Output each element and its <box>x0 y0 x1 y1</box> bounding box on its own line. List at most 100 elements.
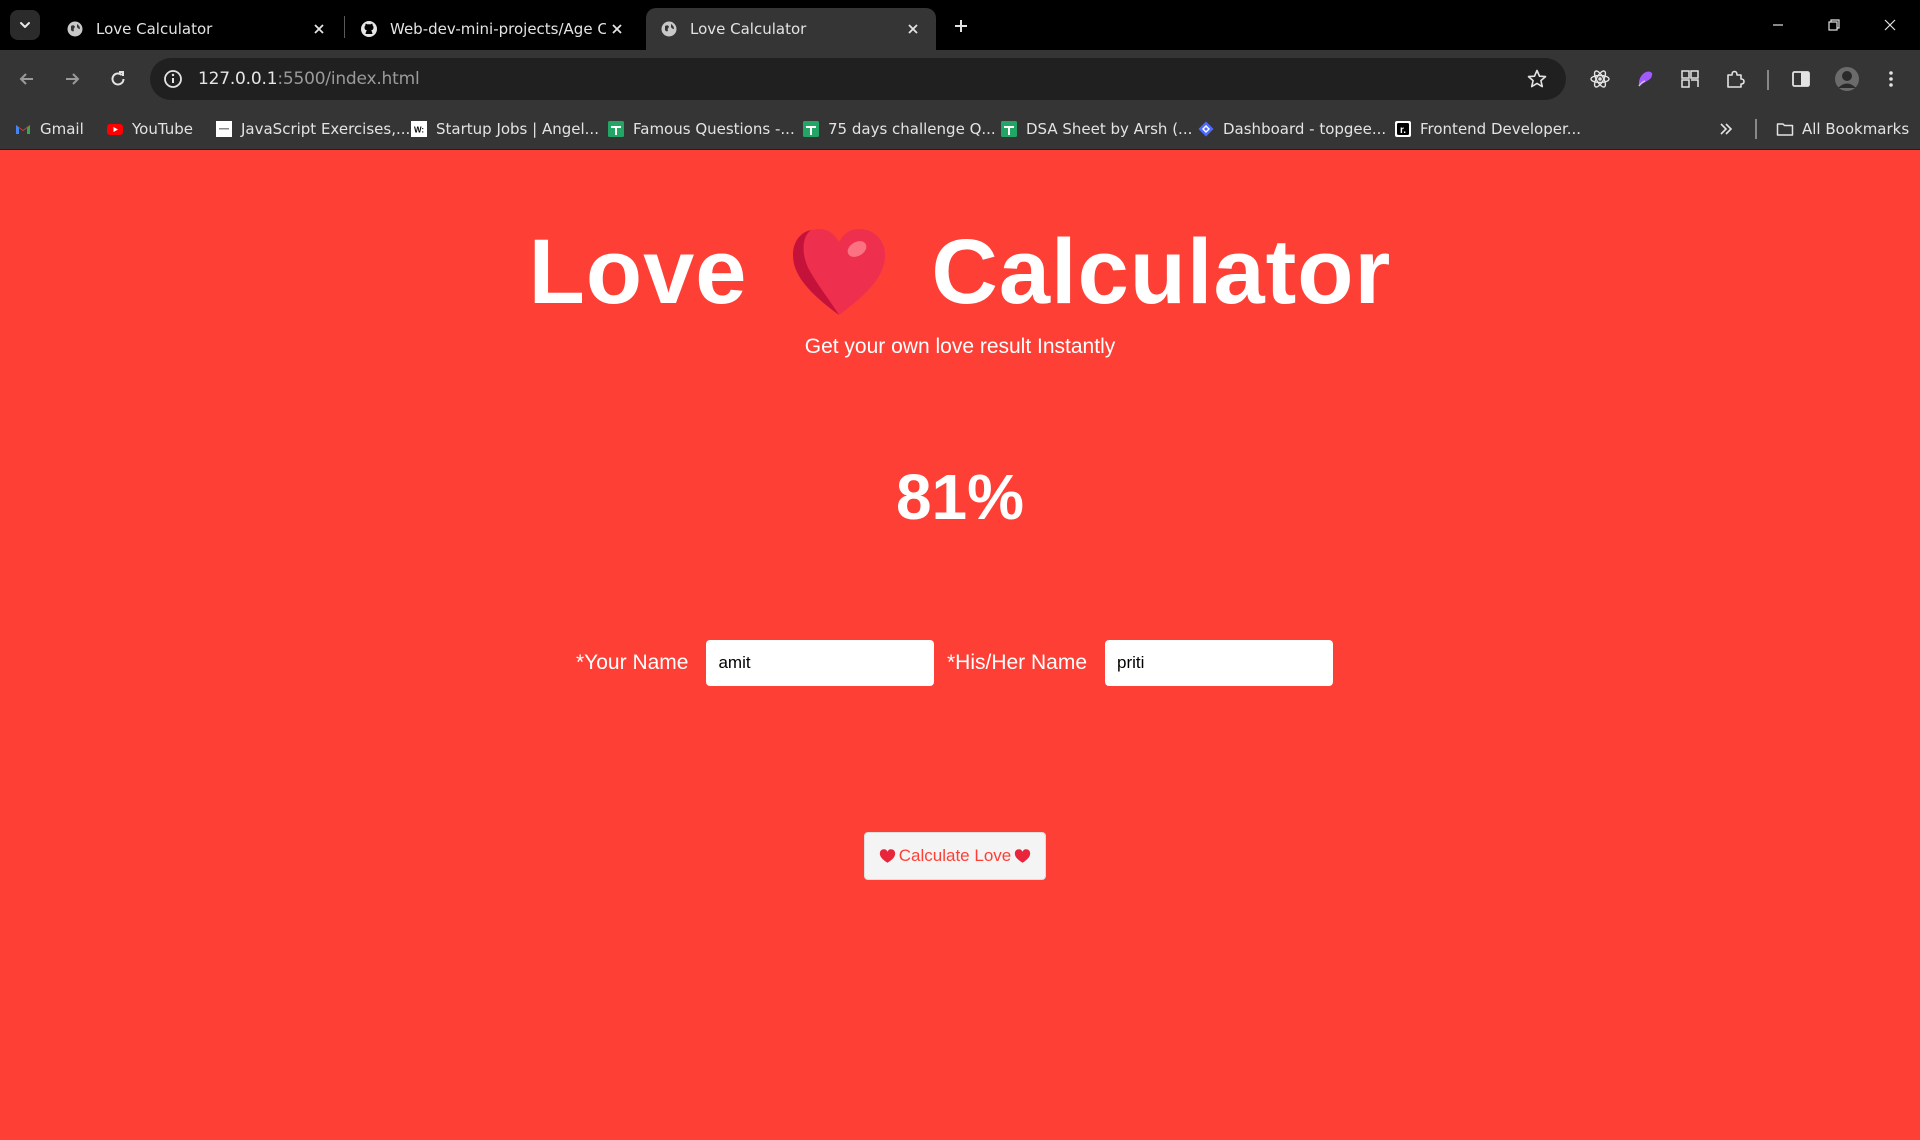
bookmarks-bar: Gmail YouTube JavaScript Exercises,... W… <box>0 108 1920 150</box>
tab-love-calculator-active[interactable]: Love Calculator <box>646 8 936 50</box>
restore-icon <box>1828 19 1840 31</box>
globe-icon <box>661 21 677 37</box>
bookmark-youtube[interactable]: YouTube <box>106 118 193 140</box>
calculate-love-label: Calculate Love <box>898 846 1012 865</box>
bookmark-label: Startup Jobs | Angel... <box>436 120 599 138</box>
tab-strip: Love Calculator Web-dev-mini-projects/Ag… <box>0 0 1920 50</box>
browser-toolbar: 127.0.0.1:5500/index.html <box>0 50 1920 108</box>
calculate-love-button[interactable]: Calculate Love <box>864 832 1046 880</box>
menu-button[interactable] <box>1878 66 1904 92</box>
all-bookmarks-button[interactable]: All Bookmarks <box>1776 118 1909 140</box>
tab-title: Love Calculator <box>690 20 807 38</box>
your-name-input[interactable] <box>706 640 935 686</box>
back-button[interactable] <box>12 64 42 94</box>
github-icon <box>361 21 377 37</box>
bookmark-frontend-developer[interactable]: r. Frontend Developer... <box>1394 118 1581 140</box>
side-panel-icon <box>1792 71 1810 87</box>
close-icon <box>1884 19 1896 31</box>
their-name-label: *His/Her Name <box>947 651 1088 674</box>
folder-icon <box>1776 123 1794 136</box>
puzzle-icon <box>1727 70 1745 88</box>
star-icon[interactable] <box>1526 68 1548 90</box>
close-icon[interactable] <box>902 18 924 40</box>
their-name-group: *His/Her Name <box>947 640 1334 686</box>
close-icon[interactable] <box>308 18 330 40</box>
sheets-icon <box>1001 121 1017 137</box>
react-icon <box>1590 70 1610 88</box>
toolbar-separator <box>1767 70 1769 90</box>
all-bookmarks-label: All Bookmarks <box>1802 120 1910 138</box>
react-devtools-extension[interactable] <box>1587 66 1613 92</box>
love-calculator-page: Love Calculator Get your own love result… <box>0 150 1920 1140</box>
bookmark-startup-jobs[interactable]: W: Startup Jobs | Angel... <box>410 118 599 140</box>
url-path: :5500/index.html <box>277 69 420 89</box>
site-info-icon[interactable] <box>162 68 184 90</box>
their-name-input[interactable] <box>1105 640 1334 686</box>
plus-icon <box>955 20 967 32</box>
avatar-icon <box>1835 67 1859 91</box>
grid-extension[interactable] <box>1677 66 1703 92</box>
more-bookmarks-button[interactable] <box>1718 118 1734 140</box>
topgeek-icon <box>1198 121 1214 137</box>
url-host: 127.0.0.1 <box>198 69 278 89</box>
bookmark-label: Frontend Developer... <box>1420 120 1582 138</box>
close-window-button[interactable] <box>1870 10 1910 40</box>
extensions-button[interactable] <box>1722 66 1748 92</box>
bookmark-dashboard-topgeek[interactable]: Dashboard - topgee... <box>1197 118 1386 140</box>
bookmarks-separator <box>1755 119 1757 139</box>
globe-icon <box>67 21 83 37</box>
bookmark-75-days-challenge[interactable]: 75 days challenge Q... <box>802 118 996 140</box>
page-icon <box>216 121 232 137</box>
bookmark-label: DSA Sheet by Arsh (... <box>1026 120 1193 138</box>
tab-search-button[interactable] <box>10 10 40 40</box>
arrow-right-icon <box>66 73 80 85</box>
heart-icon <box>879 849 895 863</box>
restore-button[interactable] <box>1814 10 1854 40</box>
chevron-down-icon <box>20 22 30 28</box>
wellfound-icon: W: <box>411 121 427 137</box>
youtube-icon <box>107 124 123 135</box>
sheets-icon <box>803 121 819 137</box>
subtitle: Get your own love result Instantly <box>804 335 1116 358</box>
minimize-icon <box>1773 24 1783 26</box>
side-panel-button[interactable] <box>1788 66 1814 92</box>
gmail-icon <box>16 125 30 134</box>
profile-avatar[interactable] <box>1834 66 1860 92</box>
chevron-double-right-icon <box>1720 123 1733 135</box>
reload-icon <box>111 71 125 86</box>
bookmark-javascript-exercises[interactable]: JavaScript Exercises,... <box>215 118 410 140</box>
reload-button[interactable] <box>103 64 133 94</box>
page-title: Love Calculator <box>0 220 1920 325</box>
title-love: Love <box>528 221 748 323</box>
tab-title: Love Calculator <box>96 20 213 38</box>
heart-icon <box>1015 849 1031 863</box>
bookmark-label: Gmail <box>40 120 84 138</box>
minimize-button[interactable] <box>1758 10 1798 40</box>
svg-text:W:: W: <box>414 126 424 135</box>
close-icon[interactable] <box>606 18 628 40</box>
tab-title: Web-dev-mini-projects/Age Ca <box>390 20 606 38</box>
arrow-left-icon <box>19 73 33 85</box>
bookmark-label: YouTube <box>132 120 193 138</box>
bookmark-gmail[interactable]: Gmail <box>14 118 84 140</box>
heart-icon <box>793 228 886 315</box>
tab-separator <box>344 16 345 38</box>
sheets-icon <box>608 121 624 137</box>
kebab-menu-icon <box>1889 71 1893 87</box>
love-result: 81% <box>895 461 1025 533</box>
bookmark-label: Dashboard - topgee... <box>1223 120 1387 138</box>
purple-extension[interactable] <box>1632 66 1658 92</box>
forward-button[interactable] <box>57 64 87 94</box>
new-tab-button[interactable] <box>948 13 974 39</box>
bookmark-famous-questions[interactable]: Famous Questions -... <box>607 118 795 140</box>
bookmark-dsa-sheet[interactable]: DSA Sheet by Arsh (... <box>1000 118 1192 140</box>
tab-love-calculator-1[interactable]: Love Calculator <box>52 8 342 50</box>
tab-github[interactable]: Web-dev-mini-projects/Age Ca <box>346 8 640 50</box>
brush-icon <box>1638 71 1653 87</box>
address-bar[interactable]: 127.0.0.1:5500/index.html <box>150 58 1566 100</box>
title-calculator: Calculator <box>931 221 1392 323</box>
bookmark-label: JavaScript Exercises,... <box>241 120 411 138</box>
your-name-group: *Your Name <box>576 640 935 686</box>
url-text: 127.0.0.1:5500/index.html <box>198 69 420 89</box>
bookmark-label: 75 days challenge Q... <box>828 120 996 138</box>
